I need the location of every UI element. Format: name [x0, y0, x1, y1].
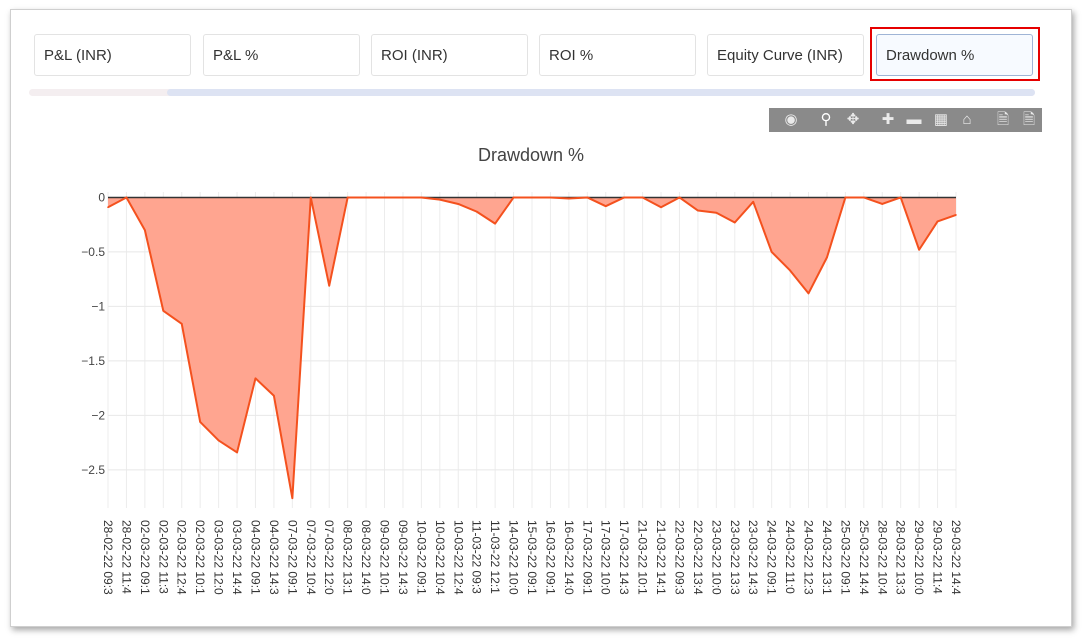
x-tick-label: 22-03-22 13:4	[691, 520, 705, 595]
x-tick-label: 24-03-22 11:0	[783, 520, 797, 594]
x-tick-label: 08-03-22 13:1	[341, 520, 355, 595]
x-tick-label: 09-03-22 14:3	[396, 520, 410, 595]
x-tick-label: 28-03-22 13:3	[894, 520, 908, 595]
x-tick-label: 02-03-22 12:4	[175, 520, 189, 595]
x-tick-label: 08-03-22 14:0	[359, 520, 373, 595]
x-tick-label: 11-03-22 09:3	[470, 520, 484, 594]
x-tick-label: 16-03-22 14:0	[562, 520, 576, 595]
x-tick-label: 14-03-22 10:0	[507, 520, 521, 595]
x-tick-label: 17-03-22 09:1	[580, 520, 594, 595]
x-tick-label: 21-03-22 10:1	[636, 520, 650, 595]
x-tick-label: 25-03-22 09:1	[838, 520, 852, 595]
x-tick-label: 24-03-22 12:3	[802, 520, 816, 595]
x-tick-label: 23-03-22 14:3	[746, 520, 760, 595]
x-tick-label: 16-03-22 09:1	[543, 520, 557, 595]
x-tick-label: 11-03-22 12:1	[488, 520, 502, 594]
x-tick-label: 23-03-22 13:3	[728, 520, 742, 595]
x-tick-label: 04-03-22 09:1	[248, 520, 262, 595]
x-axis-ticks: 28-02-22 09:3 28-02-22 11:4 02-03-22 09:1 0…	[101, 520, 963, 595]
y-tick-label: 0	[98, 190, 105, 204]
x-tick-label: 28-02-22 11:4	[119, 520, 133, 594]
x-tick-label: 03-03-22 12:0	[212, 520, 226, 595]
x-tick-label: 02-03-22 09:1	[138, 520, 152, 595]
x-tick-label: 02-03-22 11:3	[156, 520, 170, 594]
x-tick-label: 21-03-22 14:1	[654, 520, 668, 595]
x-tick-label: 23-03-22 10:0	[709, 520, 723, 595]
x-tick-label: 03-03-22 14:4	[230, 520, 244, 595]
x-tick-label: 07-03-22 12:0	[322, 520, 336, 595]
x-tick-label: 29-03-22 10:0	[912, 520, 926, 595]
x-tick-label: 07-03-22 09:1	[285, 520, 299, 595]
y-tick-label: −0.5	[81, 245, 105, 259]
x-tick-label: 09-03-22 10:1	[378, 520, 392, 595]
x-tick-label: 28-03-22 10:4	[875, 520, 889, 595]
chart-title: Drawdown %	[478, 145, 584, 165]
y-axis-ticks: 0 −0.5 −1 −1.5 −2 −2.5	[81, 190, 105, 476]
x-tick-label: 17-03-22 14:3	[617, 520, 631, 595]
drawdown-chart: Drawdown % 0 −0.5 −1 −1.5 −2 −2.5 28-02-22 09…	[81, 145, 963, 595]
y-tick-label: −1	[91, 299, 105, 313]
x-tick-label: 15-03-22 09:1	[525, 520, 539, 595]
x-tick-label: 25-03-22 14:4	[857, 520, 871, 595]
y-tick-label: −2.5	[81, 463, 105, 477]
x-tick-label: 10-03-22 12:4	[451, 520, 465, 595]
x-tick-label: 28-02-22 09:3	[101, 520, 115, 595]
x-tick-label: 02-03-22 10:1	[193, 520, 207, 595]
y-tick-label: −2	[91, 408, 105, 422]
x-tick-label: 24-03-22 09:1	[765, 520, 779, 595]
x-tick-label: 24-03-22 13:1	[820, 520, 834, 595]
y-tick-label: −1.5	[81, 354, 105, 368]
x-tick-label: 07-03-22 10:4	[304, 520, 318, 595]
x-tick-label: 10-03-22 10:4	[433, 520, 447, 595]
x-tick-label: 17-03-22 10:0	[599, 520, 613, 595]
x-tick-label: 22-03-22 09:3	[672, 520, 686, 595]
x-tick-label: 29-03-22 11:4	[931, 520, 945, 594]
x-tick-label: 10-03-22 09:1	[414, 520, 428, 595]
x-tick-label: 04-03-22 14:3	[267, 520, 281, 595]
x-tick-label: 29-03-22 14:4	[949, 520, 963, 595]
